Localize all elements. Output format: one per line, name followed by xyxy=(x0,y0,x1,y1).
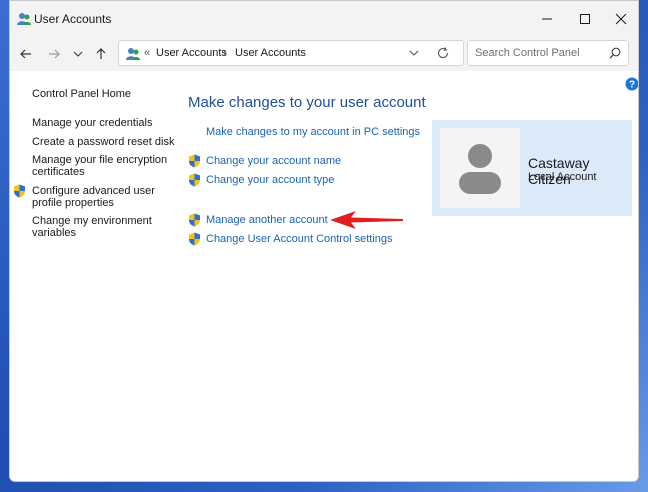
title-bar: User Accounts xyxy=(10,1,638,37)
file-encryption-certificates-link[interactable]: Manage your file encryption certificates xyxy=(32,154,167,178)
breadcrumb-separator-icon: › xyxy=(223,47,227,59)
link-line: profile properties xyxy=(32,197,114,209)
user-accounts-icon xyxy=(17,13,31,25)
link-line: Configure advanced user xyxy=(32,185,155,197)
breadcrumb-item[interactable]: User Accounts xyxy=(235,47,306,59)
link-line: variables xyxy=(32,227,77,239)
link-line: Manage your file encryption xyxy=(32,154,168,166)
user-avatar-icon xyxy=(459,144,501,194)
pc-settings-link[interactable]: Make changes to my account in PC setting… xyxy=(206,126,420,138)
environment-variables-link[interactable]: Change my environment variables xyxy=(32,215,152,239)
refresh-icon[interactable] xyxy=(435,45,451,61)
uac-settings-link[interactable]: Change User Account Control settings xyxy=(206,233,393,245)
arrow-right-icon xyxy=(49,49,60,59)
close-button[interactable] xyxy=(601,1,638,37)
breadcrumb-item[interactable]: User Accounts xyxy=(156,47,227,59)
control-panel-home-link[interactable]: Control Panel Home xyxy=(32,88,131,100)
shield-icon xyxy=(189,213,200,227)
shield-icon xyxy=(189,173,200,187)
search-box[interactable]: Search Control Panel xyxy=(467,40,629,66)
change-account-type-link[interactable]: Change your account type xyxy=(206,174,334,186)
search-icon[interactable] xyxy=(608,46,622,60)
user-accounts-icon xyxy=(126,48,140,60)
address-bar[interactable]: « User Accounts › User Accounts xyxy=(118,40,464,66)
chevron-down-icon[interactable] xyxy=(407,46,421,60)
chevron-down-icon xyxy=(73,51,83,57)
manage-credentials-link[interactable]: Manage your credentials xyxy=(32,117,152,129)
svg-text:?: ? xyxy=(629,80,635,91)
search-input[interactable]: Search Control Panel xyxy=(475,47,580,59)
advanced-user-profile-link[interactable]: Configure advanced user profile properti… xyxy=(32,185,155,209)
shield-icon xyxy=(189,154,200,168)
maximize-icon xyxy=(580,14,590,24)
password-reset-disk-link[interactable]: Create a password reset disk xyxy=(32,136,174,148)
breadcrumb-overflow[interactable]: « xyxy=(144,47,150,59)
window-title: User Accounts xyxy=(34,12,112,26)
up-button[interactable] xyxy=(91,44,111,64)
shield-icon xyxy=(14,184,25,198)
avatar xyxy=(440,128,520,208)
shield-icon xyxy=(189,232,200,246)
navigation-bar: « User Accounts › User Accounts Search C… xyxy=(10,37,638,71)
maximize-button[interactable] xyxy=(565,1,605,37)
manage-another-account-link[interactable]: Manage another account xyxy=(206,214,328,226)
account-card: Castaway Citizen Local Account xyxy=(432,120,632,216)
red-arrow-icon xyxy=(330,211,403,229)
page-heading: Make changes to your user account xyxy=(188,94,426,111)
link-line: Change my environment xyxy=(32,215,152,227)
link-line: certificates xyxy=(32,166,85,178)
arrow-up-icon xyxy=(96,48,106,59)
recent-locations-button[interactable] xyxy=(68,44,88,64)
help-icon[interactable]: ? xyxy=(625,77,639,91)
minimize-button[interactable] xyxy=(527,1,567,37)
account-type: Local Account xyxy=(528,171,597,183)
forward-button[interactable] xyxy=(44,44,64,64)
close-icon xyxy=(615,13,627,25)
back-button[interactable] xyxy=(16,44,36,64)
minimize-icon xyxy=(542,18,552,20)
user-accounts-window: User Accounts « User Accounts › User Acc… xyxy=(9,0,639,482)
change-account-name-link[interactable]: Change your account name xyxy=(206,155,341,167)
arrow-left-icon xyxy=(20,49,31,59)
